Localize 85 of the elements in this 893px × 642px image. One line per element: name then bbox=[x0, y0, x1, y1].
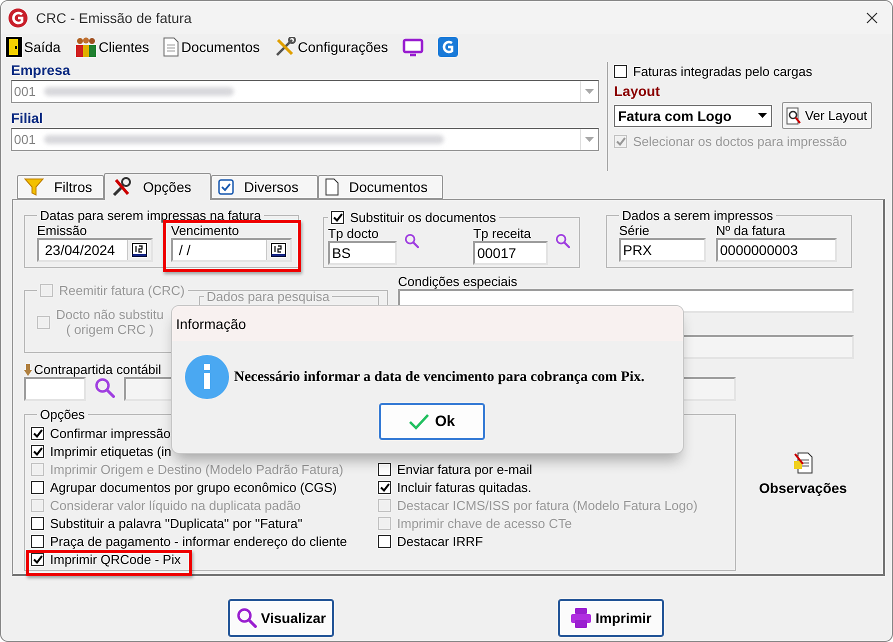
input-field[interactable]: PRX bbox=[619, 238, 706, 262]
window-title: CRC - Emissão de fatura bbox=[36, 10, 193, 26]
document-icon bbox=[325, 178, 339, 196]
checkbox-icon bbox=[218, 179, 234, 195]
calendar-icon[interactable] bbox=[266, 240, 290, 260]
logo-icon[interactable] bbox=[438, 36, 458, 56]
door-icon bbox=[6, 36, 22, 56]
notes-icon bbox=[793, 452, 813, 474]
toolbar-button[interactable]: Saída bbox=[6, 36, 61, 56]
checkbox[interactable]: Imprimir etiquetas (in bbox=[31, 442, 378, 460]
checkmark-icon bbox=[332, 212, 342, 222]
field-label: Contrapartida contábil bbox=[34, 362, 162, 377]
dialog-message: Necessário informar a data de vencimento para cobrança com Pix. bbox=[234, 368, 644, 386]
magnifier-icon bbox=[786, 106, 802, 124]
dropdown-arrow-icon bbox=[585, 89, 594, 94]
input-field[interactable]: 0000000003 bbox=[716, 238, 837, 262]
field-label: Vencimento bbox=[171, 223, 240, 238]
toolbar-button[interactable]: Documentos bbox=[163, 36, 260, 56]
toolbar-button[interactable]: Configurações bbox=[274, 36, 388, 56]
checkbox[interactable]: Incluir faturas quitadas. bbox=[378, 478, 727, 496]
field-label: Série bbox=[619, 223, 650, 238]
search-icon bbox=[236, 607, 258, 629]
tab[interactable]: Filtros bbox=[17, 175, 104, 199]
tab[interactable]: Opções bbox=[104, 173, 211, 200]
checkbox[interactable]: Destacar IRRF bbox=[378, 532, 727, 550]
action-button[interactable]: Imprimir bbox=[558, 599, 664, 637]
filter-icon bbox=[24, 178, 44, 196]
checkmark-icon bbox=[380, 482, 390, 492]
down-arrow-icon bbox=[24, 364, 32, 376]
group-title: Substituir os documentos bbox=[350, 210, 496, 224]
search-icon[interactable] bbox=[94, 377, 116, 399]
checkmark-icon bbox=[408, 414, 429, 430]
field-label: Nº da fatura bbox=[716, 223, 786, 238]
input-field[interactable]: / / bbox=[171, 238, 292, 262]
checkbox[interactable]: Substituir a palavra ''Duplicata'' por ''Fatura'' bbox=[31, 514, 378, 532]
field-label: Filial bbox=[11, 110, 44, 126]
checkbox[interactable]: Agrupar documentos por grupo econômico (CGS) bbox=[31, 478, 378, 496]
branch-dropdown[interactable]: 001 bbox=[11, 128, 599, 151]
checkbox[interactable]: Confirmar impressão bbox=[31, 424, 378, 442]
monitor-icon[interactable] bbox=[402, 36, 424, 56]
input-field[interactable]: 23/04/2024 bbox=[37, 238, 153, 262]
dropdown-arrow-icon bbox=[758, 113, 766, 118]
layout-dropdown[interactable]: Fatura com Logo bbox=[614, 104, 772, 126]
checkbox[interactable]: Praça de pagamento - informar endereço do cliente bbox=[31, 532, 378, 550]
tools-icon bbox=[111, 176, 133, 198]
action-button[interactable]: Visualizar bbox=[228, 599, 334, 637]
checkbox[interactable]: Imprimir QRCode - Pix bbox=[31, 550, 378, 568]
field-label: Emissão bbox=[37, 223, 88, 238]
checkbox[interactable]: Faturas integradas pelo cargas bbox=[614, 62, 884, 80]
field-label: Tp receita bbox=[473, 226, 532, 241]
people-icon bbox=[74, 36, 97, 56]
document-icon bbox=[163, 36, 180, 56]
field-label: Empresa bbox=[11, 62, 72, 78]
input-field[interactable]: 00017 bbox=[473, 241, 548, 265]
field-label: Condições especiais bbox=[398, 274, 518, 289]
close-icon[interactable] bbox=[866, 12, 878, 24]
checkbox-label: ( origem CRC ) bbox=[66, 322, 154, 337]
app-logo-icon bbox=[8, 8, 28, 28]
view-layout-button[interactable]: Ver Layout bbox=[782, 102, 872, 129]
checkbox[interactable] bbox=[331, 208, 344, 226]
input-field[interactable] bbox=[24, 377, 86, 401]
group-title: Dados a serem impressos bbox=[621, 208, 774, 223]
observations-button[interactable]: Observações bbox=[753, 452, 853, 496]
dialog-title: Informação bbox=[176, 316, 246, 332]
group-title: Dados para pesquisa bbox=[206, 289, 330, 304]
field-label: Tp docto bbox=[328, 226, 380, 241]
group-title: Datas para serem impressas na fatura bbox=[39, 208, 262, 223]
toolbar-button[interactable]: Clientes bbox=[74, 36, 150, 56]
tab[interactable]: Documentos bbox=[318, 175, 443, 199]
tools-icon bbox=[274, 36, 296, 56]
checkmark-icon bbox=[32, 554, 42, 564]
company-dropdown[interactable]: 001 bbox=[11, 80, 599, 103]
calendar-icon[interactable] bbox=[127, 240, 151, 260]
info-icon bbox=[184, 354, 230, 400]
checkmark-icon bbox=[616, 136, 626, 146]
input-field[interactable]: BS bbox=[328, 241, 397, 265]
group-title: Reemitir fatura (CRC) bbox=[59, 282, 185, 298]
tab[interactable]: Diversos bbox=[211, 175, 318, 199]
printer-icon bbox=[570, 607, 592, 629]
ok-button[interactable]: Ok bbox=[379, 403, 485, 440]
field-label: Layout bbox=[614, 83, 661, 99]
checkbox-label: Docto não substitu bbox=[56, 307, 164, 322]
dropdown-arrow-icon bbox=[585, 137, 594, 142]
group-title: Opções bbox=[39, 407, 86, 422]
checkbox[interactable]: Enviar fatura por e-mail bbox=[378, 460, 727, 478]
